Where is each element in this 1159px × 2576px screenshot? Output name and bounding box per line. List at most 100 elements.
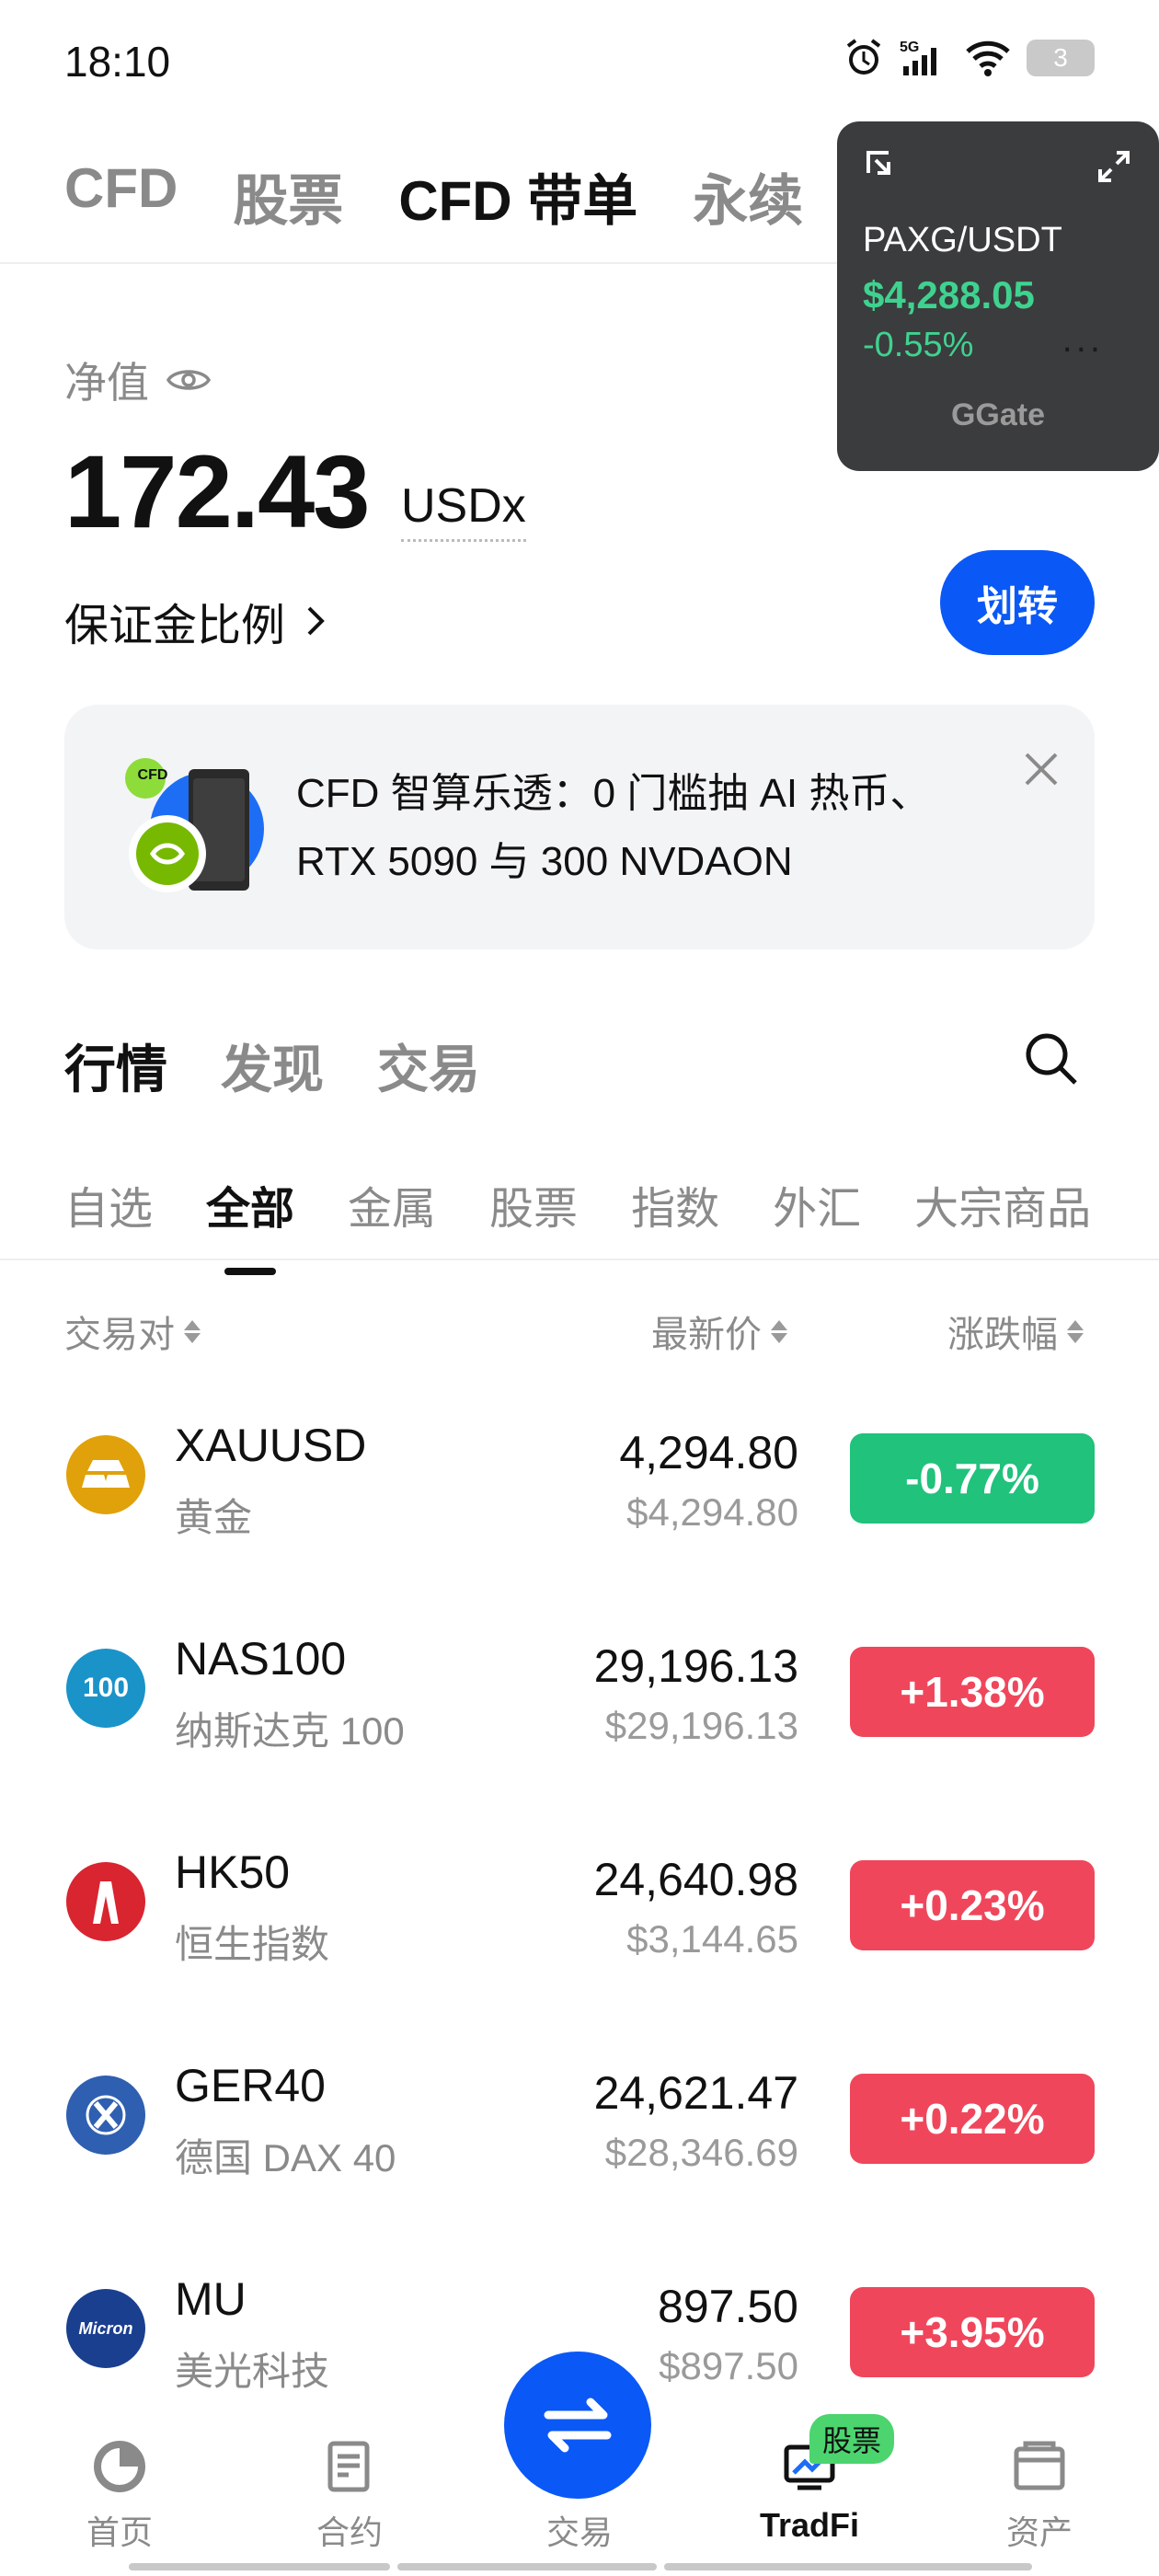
eye-icon[interactable] — [166, 363, 212, 397]
widget-price: $4,288.05 — [863, 273, 1035, 316]
transfer-button[interactable]: 划转 — [940, 550, 1095, 655]
change-badge: +1.38% — [850, 1647, 1095, 1737]
row-price: 24,640.98 — [593, 1854, 798, 1905]
swap-icon — [544, 2398, 612, 2453]
equity-label: 净值 — [64, 359, 149, 407]
category-all[interactable]: 全部 — [206, 1172, 294, 1275]
sort-icon — [771, 1319, 787, 1343]
category-watchlist[interactable]: 自选 — [64, 1172, 153, 1236]
row-usd-price: $28,346.69 — [604, 2131, 798, 2174]
row-price: 29,196.13 — [593, 1640, 798, 1692]
tab-perpetual[interactable]: 永续 — [693, 156, 803, 236]
row-symbol: HK50 — [175, 1846, 291, 1898]
nav-tradfi-label: TradFi — [759, 2506, 860, 2544]
row-symbol: MU — [175, 2273, 247, 2325]
column-change-label: 涨跌幅 — [947, 1315, 1058, 1355]
gold-logo — [66, 1435, 145, 1514]
chevron-right-icon — [307, 606, 325, 636]
banner-line-1: CFD 智算乐透：0 门槛抽 AI 热币、 — [296, 771, 931, 816]
row-symbol: NAS100 — [175, 1633, 347, 1685]
more-icon[interactable]: ... — [1062, 319, 1104, 361]
home-icon — [94, 2441, 145, 2492]
status-bar: 18:10 5G 3 — [0, 0, 1159, 120]
row-usd-price: $4,294.80 — [626, 1490, 798, 1534]
category-commodities[interactable]: 大宗商品 — [914, 1172, 1091, 1236]
equity-label-row: 净值 — [64, 350, 212, 410]
tradfi-badge: 股票 — [809, 2414, 895, 2464]
alarm-icon — [846, 39, 881, 75]
section-tabs: 行情 发现 交易 — [64, 1029, 480, 1103]
equity-value: 172.43 — [64, 434, 371, 549]
column-pair-header[interactable]: 交易对 — [64, 1305, 201, 1358]
nav-trade-label: 交易 — [545, 2513, 613, 2551]
table-row[interactable]: HK50 恒生指数 24,640.98 $3,144.65 +0.23% — [0, 1816, 1159, 2030]
row-name: 恒生指数 — [175, 1923, 330, 1966]
row-usd-price: $29,196.13 — [604, 1704, 798, 1747]
tab-cfd-copy[interactable]: CFD 带单 — [398, 156, 637, 236]
row-price: 897.50 — [658, 2281, 798, 2332]
category-indices[interactable]: 指数 — [631, 1172, 719, 1236]
gate-logo-text: Gate — [975, 397, 1046, 432]
nav-home-label: 首页 — [86, 2513, 153, 2551]
tab-cfd[interactable]: CFD — [64, 156, 178, 236]
row-price: 24,621.47 — [593, 2067, 798, 2119]
category-divider — [0, 1259, 1159, 1260]
category-stocks[interactable]: 股票 — [489, 1172, 578, 1236]
nav-assets[interactable]: 资产 — [966, 2438, 1113, 2554]
nav-contract-label: 合约 — [316, 2513, 383, 2551]
banner-line-2: RTX 5090 与 300 NVDAON — [296, 839, 793, 884]
row-usd-price: $3,144.65 — [626, 1917, 798, 1961]
tab-market[interactable]: 行情 — [64, 1029, 167, 1103]
column-change-header[interactable]: 涨跌幅 — [947, 1305, 1084, 1358]
tab-discover[interactable]: 发现 — [221, 1029, 324, 1103]
change-badge: +3.95% — [850, 2287, 1095, 2377]
change-badge: +0.22% — [850, 2074, 1095, 2164]
widget-change: -0.55% — [863, 326, 974, 364]
column-price-header[interactable]: 最新价 — [651, 1305, 787, 1358]
gesture-bar — [397, 2563, 657, 2570]
equity-unit[interactable]: USDx — [401, 478, 526, 542]
nas100-logo-text: 100 — [82, 1673, 130, 1703]
nas100-logo: 100 — [66, 1649, 145, 1728]
widget-pair: PAXG/USDT — [863, 221, 1062, 259]
margin-ratio-link[interactable]: 保证金比例 — [64, 589, 326, 653]
micron-logo-text: Micron — [78, 2318, 133, 2338]
sort-icon — [184, 1319, 201, 1343]
swap-button[interactable] — [504, 2352, 651, 2499]
column-pair-label: 交易对 — [64, 1315, 175, 1355]
tab-stocks[interactable]: 股票 — [233, 156, 343, 236]
nav-home[interactable]: 首页 — [46, 2438, 193, 2554]
gold-bars-icon — [82, 1460, 130, 1488]
row-name: 纳斯达克 100 — [175, 1709, 405, 1753]
ger40-logo — [66, 2076, 145, 2155]
category-forex[interactable]: 外汇 — [773, 1172, 861, 1236]
row-name: 美光科技 — [175, 2350, 330, 2393]
search-icon[interactable] — [1021, 1029, 1082, 1089]
category-metals[interactable]: 金属 — [348, 1172, 436, 1236]
promo-banner[interactable]: CFD CFD 智算乐透：0 门槛抽 AI 热币、 RTX 5090 与 300… — [64, 705, 1095, 949]
margin-ratio-label: 保证金比例 — [64, 602, 286, 650]
gesture-bar — [664, 2563, 1032, 2570]
banner-badge: CFD — [137, 767, 168, 783]
banner-text: CFD 智算乐透：0 门槛抽 AI 热币、 RTX 5090 与 300 NVD… — [296, 760, 1032, 896]
hang-seng-icon — [93, 1881, 119, 1924]
table-row[interactable]: 100 NAS100 纳斯达克 100 29,196.13 $29,196.13… — [0, 1603, 1159, 1816]
expand-icon[interactable] — [1096, 149, 1131, 184]
nav-contract[interactable]: 合约 — [276, 2438, 423, 2554]
row-price: 4,294.80 — [619, 1427, 798, 1478]
floating-price-widget[interactable]: PAXG/USDT $4,288.05 -0.55% ... GGate — [837, 121, 1159, 471]
wallet-icon — [1014, 2441, 1065, 2490]
battery-indicator: 3 — [1027, 40, 1095, 76]
micron-logo: Micron — [66, 2289, 145, 2368]
table-row[interactable]: GER40 德国 DAX 40 24,621.47 $28,346.69 +0.… — [0, 2030, 1159, 2243]
status-time: 18:10 — [64, 38, 171, 86]
tab-trade[interactable]: 交易 — [377, 1029, 480, 1103]
close-icon[interactable] — [1023, 751, 1060, 788]
gesture-bar — [129, 2563, 390, 2570]
change-badge: +0.23% — [850, 1860, 1095, 1950]
category-tabs: 自选 全部 金属 股票 指数 外汇 大宗商品 — [64, 1172, 1091, 1275]
table-row[interactable]: XAUUSD 黄金 4,294.80 $4,294.80 -0.77% — [0, 1389, 1159, 1603]
shrink-icon[interactable] — [865, 149, 900, 184]
change-badge: -0.77% — [850, 1433, 1095, 1524]
gate-logo: GGate — [837, 397, 1159, 433]
